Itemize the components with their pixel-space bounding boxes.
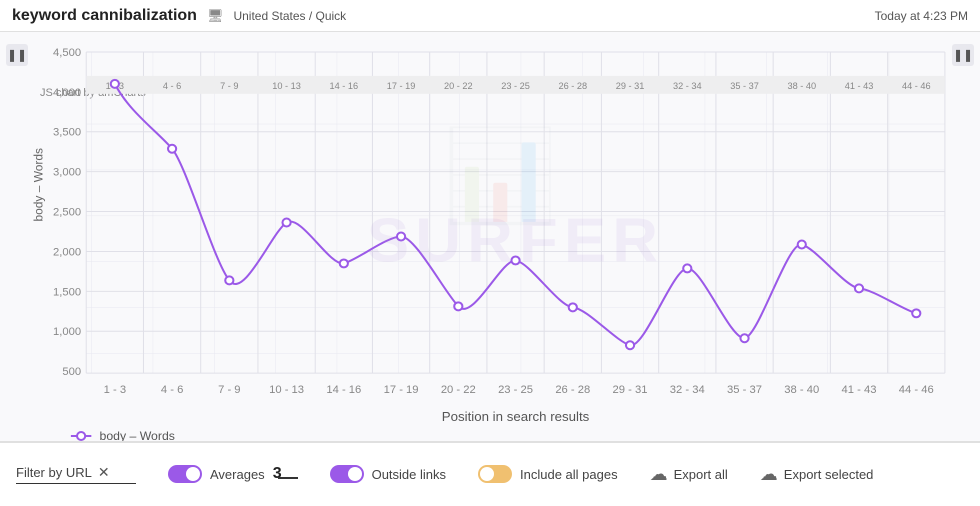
outside-links-label: Outside links (372, 467, 446, 482)
svg-text:26 - 28: 26 - 28 (555, 384, 590, 396)
svg-text:📊: 📊 (443, 125, 558, 227)
svg-text:17 - 19: 17 - 19 (384, 384, 419, 396)
svg-text:14 - 16: 14 - 16 (326, 384, 361, 396)
svg-text:23 - 25: 23 - 25 (501, 81, 530, 91)
filter-url-clear[interactable]: ✕ (98, 464, 110, 481)
filter-url-label: Filter by URL (16, 465, 92, 480)
svg-text:4 - 6: 4 - 6 (161, 384, 183, 396)
svg-text:29 - 31: 29 - 31 (616, 81, 645, 91)
monitor-icon: 🖥 (207, 8, 224, 24)
svg-text:17 - 19: 17 - 19 (387, 81, 416, 91)
svg-text:500: 500 (62, 366, 81, 378)
svg-text:2,000: 2,000 (53, 247, 81, 259)
svg-text:44 - 46: 44 - 46 (902, 81, 931, 91)
page-title: keyword cannibalization (12, 7, 197, 25)
svg-text:32 - 34: 32 - 34 (673, 81, 702, 91)
svg-text:3,500: 3,500 (53, 127, 81, 139)
location-breadcrumb: United States / Quick (233, 9, 346, 23)
averages-underline (278, 477, 298, 479)
averages-toggle-switch[interactable] (168, 465, 202, 483)
export-all-label: Export all (674, 467, 728, 482)
svg-text:Position in search results: Position in search results (442, 409, 590, 424)
svg-text:3,000: 3,000 (53, 167, 81, 179)
averages-value: 3 (273, 465, 282, 483)
svg-text:body – Words: body – Words (100, 429, 175, 441)
svg-text:1,000: 1,000 (53, 326, 81, 338)
svg-text:7 - 9: 7 - 9 (220, 81, 238, 91)
svg-text:1 - 3: 1 - 3 (104, 384, 126, 396)
svg-text:7 - 9: 7 - 9 (218, 384, 240, 396)
export-selected-btn[interactable]: ☁ Export selected (760, 464, 874, 485)
svg-text:41 - 43: 41 - 43 (842, 384, 877, 396)
include-all-toggle-switch[interactable] (478, 465, 512, 483)
export-all-icon: ☁ (650, 464, 668, 485)
svg-text:10 - 13: 10 - 13 (269, 384, 304, 396)
filter-url-container: Filter by URL ✕ (16, 464, 136, 484)
svg-text:4,500: 4,500 (53, 47, 81, 59)
svg-text:body – Words: body – Words (31, 148, 45, 222)
include-all-label: Include all pages (520, 467, 618, 482)
outside-links-toggle-switch[interactable] (330, 465, 364, 483)
svg-text:14 - 16: 14 - 16 (330, 81, 359, 91)
svg-text:10 - 13: 10 - 13 (272, 81, 301, 91)
averages-toggle[interactable]: Averages 3 (168, 465, 298, 483)
export-all-btn[interactable]: ☁ Export all (650, 464, 728, 485)
svg-text:20 - 22: 20 - 22 (441, 384, 476, 396)
svg-text:4,000: 4,000 (53, 87, 81, 99)
svg-text:2,500: 2,500 (53, 207, 81, 219)
scroll-right-btn[interactable]: ❚❚ (952, 44, 974, 66)
footer: Filter by URL ✕ Averages 3 Outside links… (0, 442, 980, 505)
export-selected-icon: ☁ (760, 464, 778, 485)
line-chart: 4,500 4,000 3,500 3,000 2,500 2,000 1,50… (30, 32, 950, 441)
timestamp: Today at 4:23 PM (875, 9, 968, 23)
svg-text:38 - 40: 38 - 40 (784, 384, 819, 396)
averages-label: Averages (210, 467, 265, 482)
svg-text:26 - 28: 26 - 28 (558, 81, 587, 91)
svg-text:38 - 40: 38 - 40 (787, 81, 816, 91)
svg-text:32 - 34: 32 - 34 (670, 384, 705, 396)
svg-text:29 - 31: 29 - 31 (613, 384, 648, 396)
include-all-toggle[interactable]: Include all pages (478, 465, 618, 483)
header: keyword cannibalization 🖥 United States … (0, 0, 980, 32)
outside-links-toggle[interactable]: Outside links (330, 465, 446, 483)
svg-text:44 - 46: 44 - 46 (899, 384, 934, 396)
svg-text:35 - 37: 35 - 37 (730, 81, 759, 91)
svg-text:4 - 6: 4 - 6 (163, 81, 181, 91)
svg-text:1,500: 1,500 (53, 286, 81, 298)
svg-text:35 - 37: 35 - 37 (727, 384, 762, 396)
svg-text:41 - 43: 41 - 43 (845, 81, 874, 91)
svg-text:23 - 25: 23 - 25 (498, 384, 533, 396)
scroll-left-btn[interactable]: ❚❚ (6, 44, 28, 66)
svg-text:20 - 22: 20 - 22 (444, 81, 473, 91)
export-selected-label: Export selected (784, 467, 874, 482)
chart-area: ❚❚ ❚❚ JS chart by amCharts (0, 32, 980, 442)
